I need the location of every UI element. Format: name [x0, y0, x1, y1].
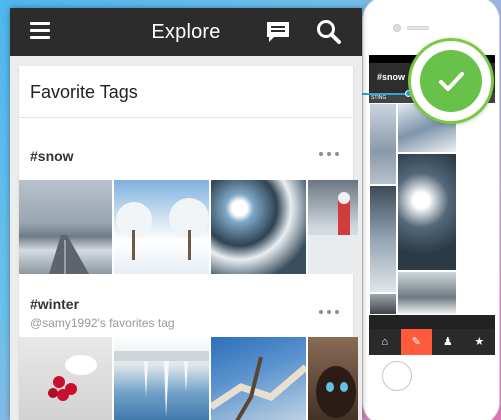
phone-camera: [393, 24, 401, 32]
phone-photo-grid: [369, 103, 495, 315]
phone-bottom-nav: ⌂ ✎ ♟ ★: [369, 329, 495, 355]
snow-photo-strip: [19, 180, 360, 274]
favorite-confirm-badge: [408, 38, 494, 124]
winter-photo-cat[interactable]: [308, 337, 358, 420]
favorite-tags-header: Favorite Tags: [19, 66, 353, 118]
favorite-tags-title: Favorite Tags: [30, 82, 138, 102]
more-dots-icon[interactable]: [319, 152, 339, 158]
tag-subtitle: @samy1992's favorites tag: [30, 316, 175, 330]
phone-nav-home: ⌂: [381, 336, 389, 348]
snow-photo-trees[interactable]: [114, 180, 209, 274]
explore-screen: Explore Favorite Tags #snow #winter @sam…: [10, 8, 362, 420]
phone-nav-edit-icon: ✎: [400, 329, 432, 355]
page-title: Explore: [151, 21, 221, 43]
checkmark-icon: [420, 50, 482, 112]
tag-name-winter[interactable]: #winter: [30, 296, 79, 312]
tag-name-snow[interactable]: #snow: [30, 148, 74, 164]
winter-photo-branches[interactable]: [211, 337, 306, 420]
snow-photo-pine[interactable]: [211, 180, 306, 274]
winter-photo-strip: [19, 337, 360, 420]
phone-nav-profile-icon: ♟: [442, 336, 453, 348]
phone-nav-trophy-icon: ★: [474, 336, 485, 348]
favorite-tags-card: Favorite Tags #snow #winter @samy1992's …: [19, 66, 358, 420]
phone-speaker: [407, 26, 429, 30]
chat-bubble-icon[interactable]: [265, 20, 291, 44]
snow-photo-santa[interactable]: [308, 180, 358, 274]
top-app-bar: Explore: [10, 8, 362, 56]
phone-home-button: [382, 361, 412, 391]
snow-photo-road[interactable]: [19, 180, 112, 274]
winter-photo-berries[interactable]: [19, 337, 112, 420]
winter-photo-icicles[interactable]: [114, 337, 209, 420]
search-icon[interactable]: [316, 19, 342, 45]
more-dots-icon[interactable]: [319, 310, 339, 316]
